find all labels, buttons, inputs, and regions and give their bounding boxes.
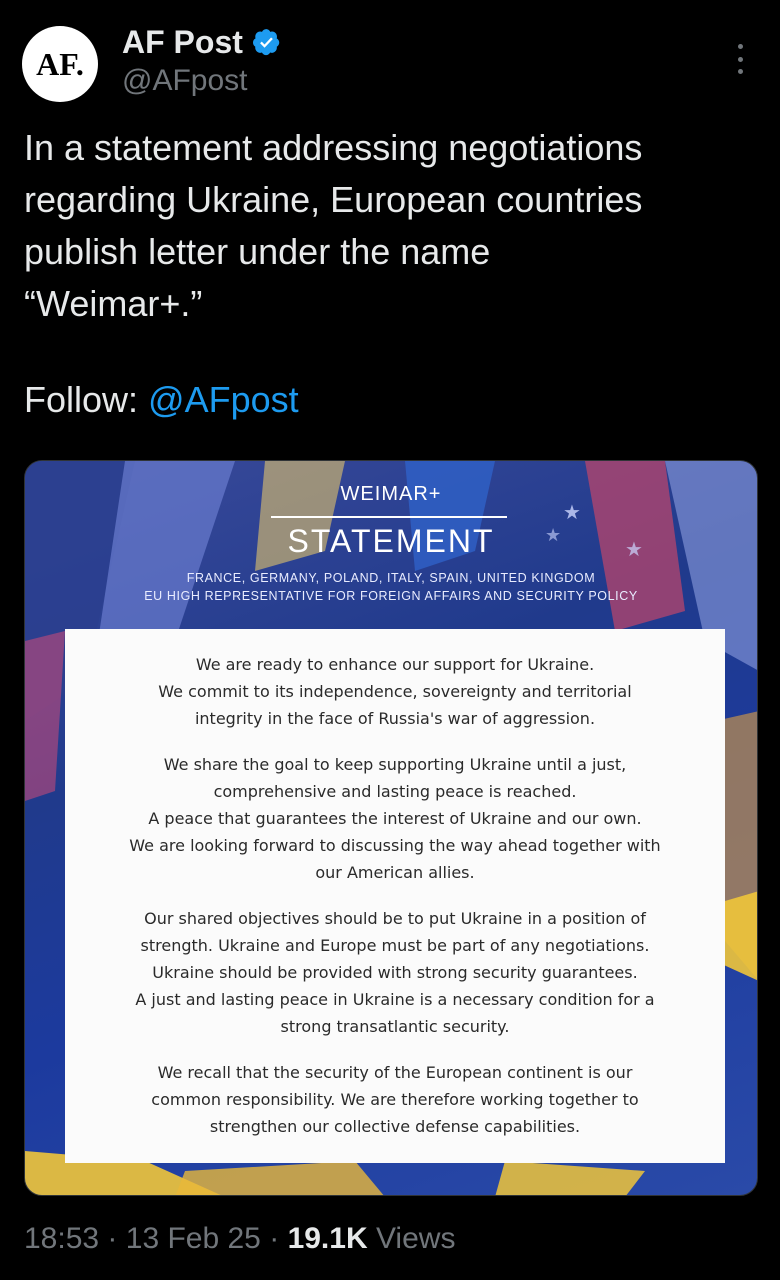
heading-divider (271, 516, 507, 518)
follow-label: Follow: (24, 379, 139, 420)
avatar[interactable]: AF. (22, 26, 98, 102)
statement-kicker: WEIMAR+ (340, 483, 442, 505)
display-name[interactable]: AF Post (122, 24, 243, 61)
tweet-time[interactable]: 18:53 (24, 1222, 99, 1255)
tweet-text: In a statement addressing negotiations r… (24, 127, 643, 324)
more-vertical-icon[interactable] (730, 44, 750, 74)
tweet-media-image[interactable]: ★ ★ ★ WEIMAR+ STATEMENT FRANCE, GERMANY,… (24, 460, 758, 1196)
tweet-meta: 18:53 · 13 Feb 25 · 19.1K Views (24, 1222, 455, 1256)
views-count[interactable]: 19.1K (288, 1222, 368, 1255)
verified-badge-icon (252, 29, 280, 56)
name-row: AF Post (122, 24, 281, 60)
statement-letter: We are ready to enhance our support for … (65, 629, 725, 1163)
meta-separator: · (107, 1222, 118, 1255)
meta-separator: · (269, 1222, 280, 1255)
views-label: Views (375, 1222, 456, 1255)
tweet-date[interactable]: 13 Feb 25 (126, 1222, 261, 1255)
letter-paragraph: Our shared objectives should be to put U… (135, 909, 655, 1036)
letter-paragraph: We recall that the security of the Europ… (151, 1063, 639, 1136)
follow-line: Follow: @AFpost (24, 374, 299, 426)
letter-paragraph: We are ready to enhance our support for … (158, 655, 632, 728)
countries-line-1: FRANCE, GERMANY, POLAND, ITALY, SPAIN, U… (186, 571, 596, 585)
letter-paragraph: We share the goal to keep supporting Ukr… (129, 755, 661, 882)
statement-heading: STATEMENT (287, 523, 495, 559)
tweet-header: AF. AF Post @AFpost (22, 24, 758, 104)
countries-line-2: EU HIGH REPRESENTATIVE FOR FOREIGN AFFAI… (144, 589, 638, 603)
follow-mention-link[interactable]: @AFpost (148, 379, 299, 420)
handle[interactable]: @AFpost (122, 64, 248, 98)
